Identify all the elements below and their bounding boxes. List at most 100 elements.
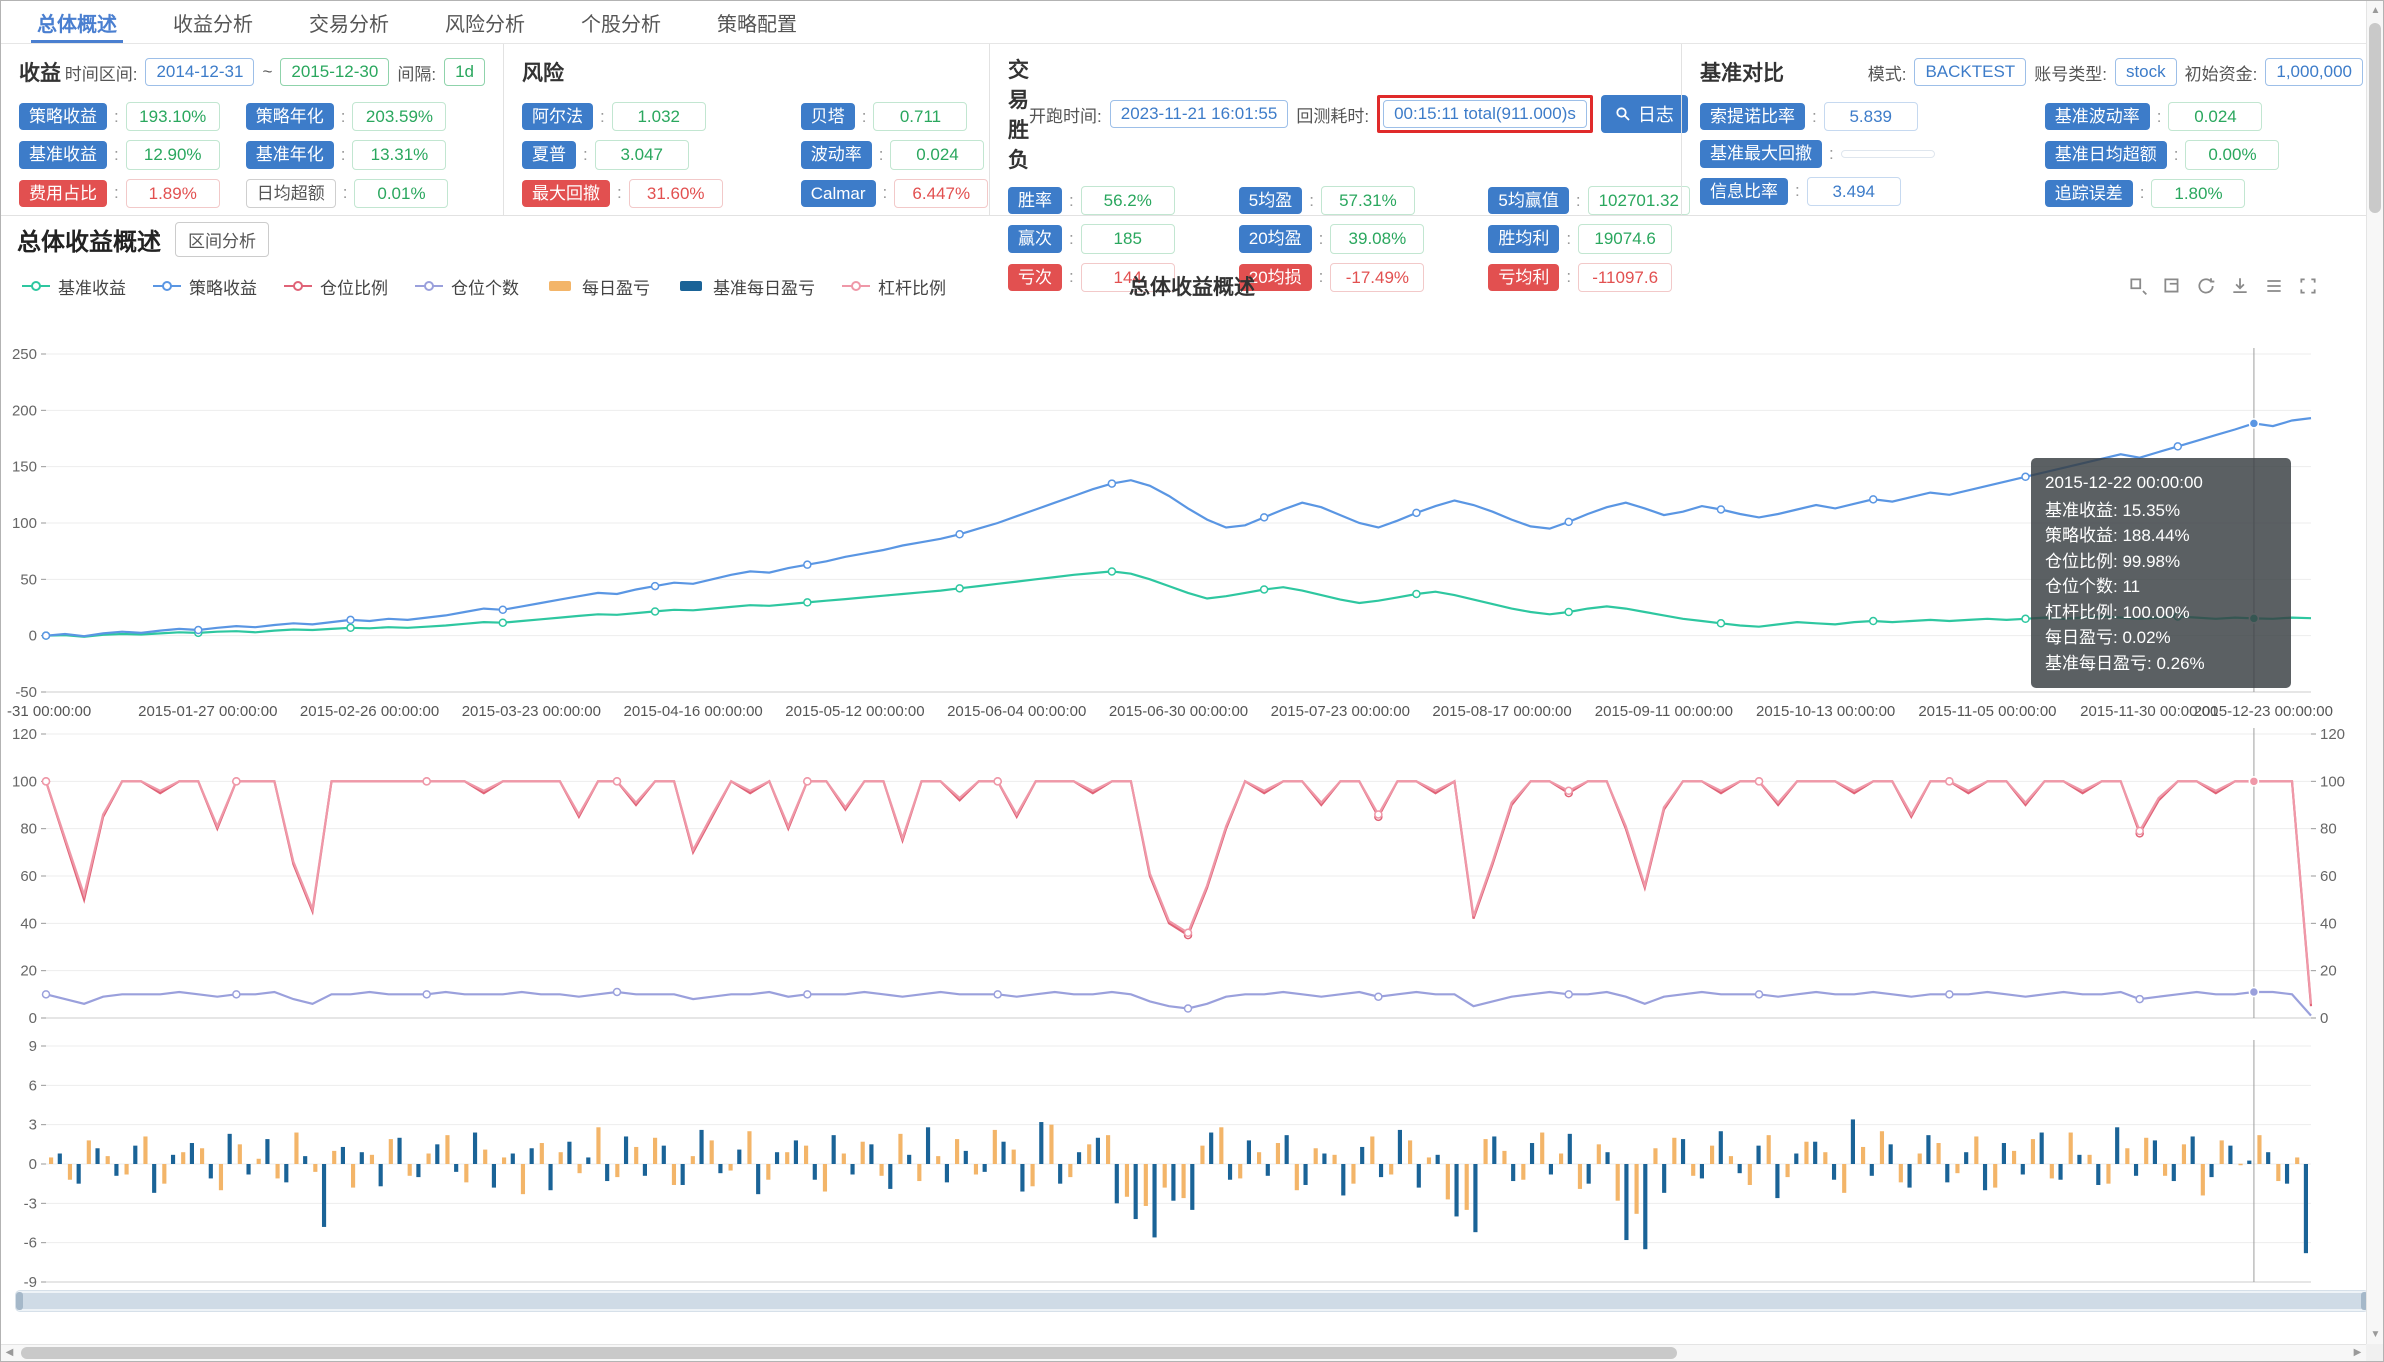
svg-text:100: 100 (2320, 773, 2345, 790)
stat-value (1841, 150, 1935, 158)
stat-label: 波动率 (801, 141, 872, 168)
horizontal-scrollbar[interactable]: ◀ ▶ (1, 1344, 2366, 1361)
log-button[interactable]: 日志 (1601, 95, 1688, 133)
legend-line-marker-icon (414, 279, 444, 293)
legend-item[interactable]: 策略收益 (152, 274, 257, 299)
stat-row: 费用占比:1.89% (19, 179, 220, 208)
svg-text:2015-04-16 00:00:00: 2015-04-16 00:00:00 (623, 703, 762, 720)
stat-label: Calmar (801, 180, 876, 207)
stat-row: 胜均利:19074.6 (1488, 224, 1690, 253)
stat-label: 阿尔法 (522, 103, 593, 130)
stat-row: 日均超额:0.01% (246, 179, 449, 208)
scroll-right-arrow-icon[interactable]: ▶ (2349, 1347, 2366, 1358)
tooltip-row: 策略收益: 188.44% (2045, 523, 2277, 549)
svg-text:6: 6 (29, 1077, 37, 1094)
svg-text:2015-12-23 00:00:00: 2015-12-23 00:00:00 (2194, 703, 2333, 720)
datazoom-slider[interactable] (15, 1290, 2369, 1312)
svg-text:40: 40 (20, 915, 37, 932)
log-button-label: 日志 (1638, 101, 1674, 127)
scroll-left-arrow-icon[interactable]: ◀ (1, 1347, 18, 1358)
stat-label: 基准最大回撤 (1700, 140, 1822, 167)
legend-item[interactable]: 每日盈亏 (545, 274, 650, 299)
stat-colon: : (1576, 191, 1581, 211)
elapsed-input[interactable]: 00:15:11 total(911.000)s (1383, 100, 1587, 128)
tab-1[interactable]: 总体概述 (9, 1, 145, 43)
tab-4[interactable]: 风险分析 (417, 1, 553, 43)
tab-bar: 总体概述收益分析交易分析风险分析个股分析策略配置 (1, 1, 2383, 44)
zoom-select-icon[interactable] (2127, 276, 2149, 296)
svg-text:2015-10-13 00:00:00: 2015-10-13 00:00:00 (1756, 703, 1895, 720)
stat-value: 31.60% (629, 179, 723, 208)
data-view-icon[interactable] (2263, 276, 2285, 296)
start-date-input[interactable]: 2014-12-31 (145, 58, 254, 86)
vertical-scroll-thumb[interactable] (2369, 23, 2381, 213)
legend-item[interactable]: 基准每日盈亏 (676, 274, 815, 299)
interval-analysis-button[interactable]: 区间分析 (175, 222, 269, 257)
datazoom-range[interactable] (18, 1293, 2366, 1309)
legend-label: 每日盈亏 (582, 274, 650, 299)
stat-row: 夏普:3.047 (522, 140, 723, 169)
initial-capital-value[interactable]: 1,000,000 (2265, 58, 2363, 86)
datazoom-handle-left[interactable] (16, 1292, 23, 1310)
tab-3[interactable]: 交易分析 (281, 1, 417, 43)
legend-label: 杠杆比例 (878, 274, 946, 299)
zoom-reset-icon[interactable] (2161, 276, 2183, 296)
svg-text:150: 150 (12, 459, 37, 476)
stat-row: 赢次:185 (1008, 224, 1175, 253)
elapsed-annotation-box: 00:15:11 total(911.000)s (1377, 95, 1593, 133)
stats-panels: 收益 时间区间: 2014-12-31 ~ 2015-12-30 间隔: 1d … (1, 44, 2383, 216)
legend-label: 基准收益 (58, 274, 126, 299)
interval-input[interactable]: 1d (444, 58, 485, 86)
horizontal-scroll-thumb[interactable] (21, 1347, 1677, 1359)
fullscreen-icon[interactable] (2297, 276, 2319, 296)
account-type-label: 账号类型: (2034, 60, 2107, 85)
stat-colon: : (600, 107, 605, 127)
refresh-icon[interactable] (2195, 276, 2217, 296)
svg-text:2015-02-26 00:00:00: 2015-02-26 00:00:00 (300, 703, 439, 720)
stat-value: 0.01% (354, 179, 448, 208)
stat-row: 策略年化:203.59% (246, 102, 449, 131)
mode-value[interactable]: BACKTEST (1914, 58, 2026, 86)
tab-6[interactable]: 策略配置 (689, 1, 825, 43)
stat-colon: : (2157, 107, 2162, 127)
legend-item[interactable]: 杠杆比例 (841, 274, 946, 299)
svg-text:0: 0 (29, 1010, 37, 1027)
run-time-input[interactable]: 2023-11-21 16:01:55 (1110, 100, 1289, 128)
tooltip-rows: 基准收益: 15.35%策略收益: 188.44%仓位比例: 99.98%仓位个… (2045, 498, 2277, 677)
position-ratio-chart[interactable]: 120120100100808060604040202000 (1, 722, 2356, 1038)
legend-item[interactable]: 仓位比例 (283, 274, 388, 299)
tab-2[interactable]: 收益分析 (145, 1, 281, 43)
svg-text:40: 40 (2320, 915, 2337, 932)
stat-value: 0.024 (2168, 102, 2262, 131)
download-icon[interactable] (2229, 276, 2251, 296)
end-date-input[interactable]: 2015-12-30 (280, 58, 389, 86)
stat-colon: : (341, 145, 346, 165)
legend-item[interactable]: 仓位个数 (414, 274, 519, 299)
tooltip-row: 基准每日盈亏: 0.26% (2045, 651, 2277, 677)
stat-colon: : (114, 183, 119, 203)
stat-value: 3.047 (595, 140, 689, 169)
svg-text:120: 120 (2320, 726, 2345, 743)
legend-item[interactable]: 基准收益 (21, 274, 126, 299)
svg-text:80: 80 (2320, 821, 2337, 838)
stat-value: 56.2% (1081, 186, 1175, 215)
stat-label: 5均赢值 (1488, 187, 1568, 214)
legend-line-marker-icon (283, 279, 313, 293)
stat-value: 12.90% (126, 140, 220, 169)
vertical-scrollbar[interactable]: ▲ ▼ (2366, 1, 2383, 1344)
tab-5[interactable]: 个股分析 (553, 1, 689, 43)
daily-pnl-chart[interactable]: 9630-3-6-9 (1, 1038, 2356, 1290)
stat-colon: : (862, 107, 867, 127)
stat-colon: : (1829, 144, 1834, 164)
svg-text:2015-11-05 00:00:00: 2015-11-05 00:00:00 (1918, 703, 2056, 720)
legend-label: 仓位个数 (451, 274, 519, 299)
stat-colon: : (617, 183, 622, 203)
svg-text:120: 120 (12, 726, 37, 743)
svg-text:-9: -9 (24, 1274, 37, 1290)
account-type-value[interactable]: stock (2115, 58, 2177, 86)
stat-label: 追踪误差 (2045, 180, 2133, 207)
scroll-down-arrow-icon[interactable]: ▼ (2367, 1329, 2384, 1340)
interval-label: 间隔: (397, 60, 436, 85)
scroll-up-arrow-icon[interactable]: ▲ (2367, 5, 2384, 16)
main-returns-chart[interactable]: 250200150100500-50-31 00:00:002015-01-27… (1, 310, 2356, 722)
